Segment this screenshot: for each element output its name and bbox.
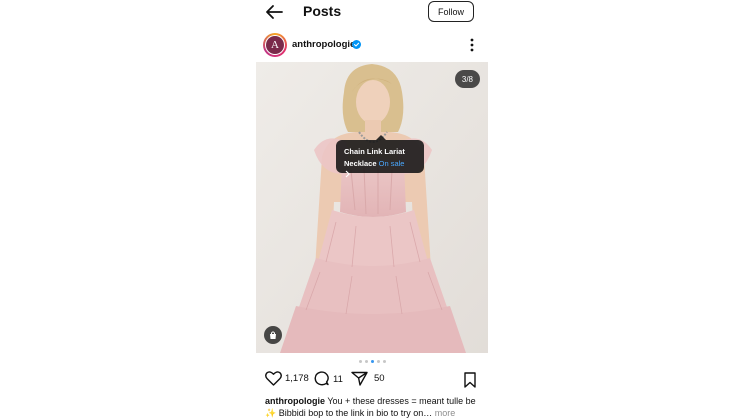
product-tag-name-2: Necklace: [344, 159, 377, 168]
top-bar: Posts Follow: [256, 0, 488, 28]
follow-button[interactable]: Follow: [428, 1, 474, 22]
carousel-dot: [364, 360, 368, 363]
product-tag-name: Chain Link Lariat: [344, 147, 405, 156]
comment-count: 11: [333, 373, 343, 385]
post-author-row: A anthropologie: [256, 33, 488, 59]
avatar[interactable]: A: [263, 33, 287, 57]
comment-action[interactable]: 11: [314, 371, 343, 387]
verified-badge-icon: [352, 40, 361, 49]
back-arrow-icon[interactable]: [265, 4, 283, 20]
more-options-icon[interactable]: [468, 37, 476, 53]
post-image[interactable]: 3/8 Chain Link Lariat Necklace On sale: [256, 62, 488, 353]
share-action[interactable]: 50: [351, 371, 385, 386]
carousel-indicator: [256, 360, 488, 366]
comment-icon: [314, 371, 329, 386]
product-tag[interactable]: Chain Link Lariat Necklace On sale: [336, 135, 424, 178]
share-count: 50: [374, 373, 385, 384]
carousel-dot: [382, 360, 386, 363]
page-title: Posts: [303, 3, 342, 19]
chevron-right-icon: [345, 170, 350, 178]
like-action[interactable]: 1,178: [265, 371, 309, 386]
bookmark-icon[interactable]: [463, 372, 477, 388]
sale-label: On sale: [378, 159, 405, 168]
shopping-bag-icon[interactable]: [264, 326, 282, 344]
send-icon: [351, 371, 368, 386]
username[interactable]: anthropologie: [292, 39, 355, 50]
carousel-dot: [370, 360, 374, 363]
caption-username[interactable]: anthropologie: [265, 396, 325, 406]
post-caption: anthropologie You + these dresses = mean…: [265, 395, 481, 419]
action-bar: 1,178 11 50: [256, 371, 488, 389]
carousel-dot: [376, 360, 380, 363]
like-count: 1,178: [285, 373, 309, 384]
dress-photo: [256, 62, 488, 353]
caption-more-link[interactable]: more: [435, 408, 456, 418]
post-screen: Posts Follow A anthropologie 3/8 Chain L…: [256, 0, 488, 419]
carousel-counter: 3/8: [454, 70, 480, 88]
carousel-dot: [358, 360, 362, 363]
heart-icon: [265, 371, 282, 386]
avatar-letter: A: [266, 36, 284, 54]
